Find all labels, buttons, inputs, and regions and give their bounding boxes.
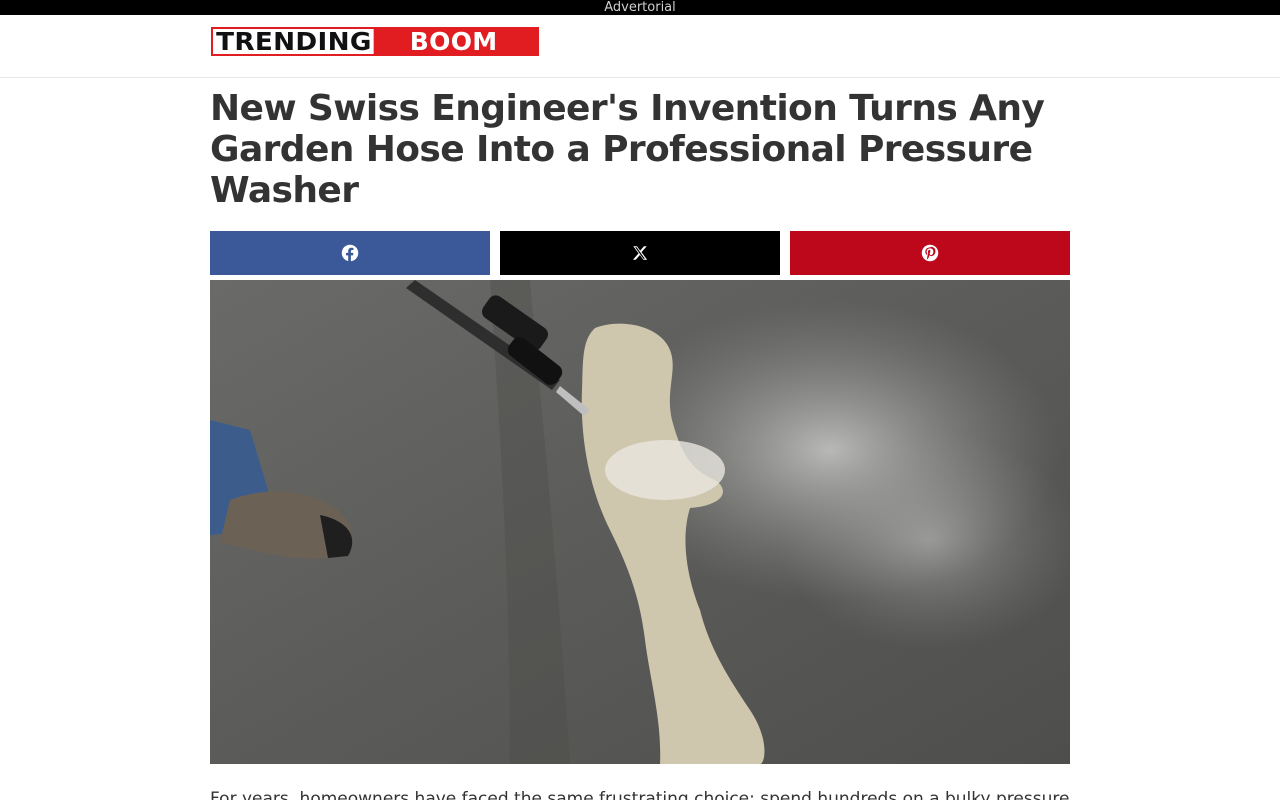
site-header: TRENDING BOOM [0, 15, 1280, 78]
pinterest-share-button[interactable] [790, 231, 1070, 275]
facebook-share-button[interactable] [210, 231, 490, 275]
x-icon [632, 246, 648, 260]
pressure-washer-illustration [210, 280, 1070, 764]
site-logo[interactable]: TRENDING BOOM [211, 27, 539, 56]
advertorial-label: Advertorial [604, 0, 676, 15]
logo-text-trending: TRENDING [213, 29, 374, 54]
hero-image [210, 280, 1070, 764]
article-body-preview: For years, homeowners have faced the sam… [210, 789, 1070, 800]
advertorial-banner: Advertorial [0, 0, 1280, 15]
pinterest-icon [921, 244, 939, 262]
share-buttons [210, 231, 1070, 275]
article-headline: New Swiss Engineer's Invention Turns Any… [210, 88, 1045, 211]
logo-text-boom: BOOM [366, 29, 537, 54]
facebook-icon [341, 244, 359, 262]
x-share-button[interactable] [500, 231, 780, 275]
